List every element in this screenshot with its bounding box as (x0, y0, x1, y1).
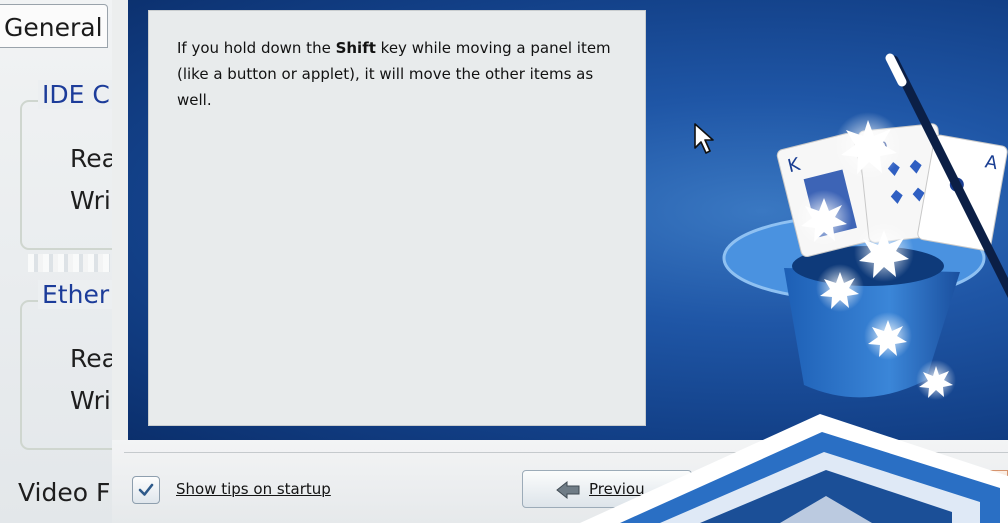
group-title-ide: IDE C (38, 80, 114, 109)
group-ide-write-label: Wri (70, 186, 111, 215)
show-tips-label[interactable]: Show tips on startup (176, 480, 331, 498)
playing-card-overlay (580, 414, 1008, 523)
video-label: Video F (18, 478, 111, 507)
tip-text-shift-key: Shift (335, 39, 376, 57)
group-ethernet-write-label: Wri (70, 386, 111, 415)
magic-hat-illustration: K 10 A (722, 53, 1008, 400)
group-ethernet-read-label: Rea (70, 344, 117, 373)
tab-general[interactable]: General (0, 4, 108, 48)
tab-general-label: General (4, 13, 103, 42)
tip-text: If you hold down the Shift key while mov… (177, 35, 617, 113)
tip-text-prefix: If you hold down the (177, 39, 336, 57)
background-separator (28, 254, 110, 272)
group-ide-read-label: Rea (70, 144, 117, 173)
tip-hero-area: If you hold down the Shift key while mov… (128, 0, 1008, 440)
tip-panel: If you hold down the Shift key while mov… (148, 10, 646, 426)
checkmark-icon (138, 483, 154, 496)
group-title-ethernet: Ether (38, 280, 114, 309)
show-tips-checkbox[interactable] (132, 476, 160, 504)
